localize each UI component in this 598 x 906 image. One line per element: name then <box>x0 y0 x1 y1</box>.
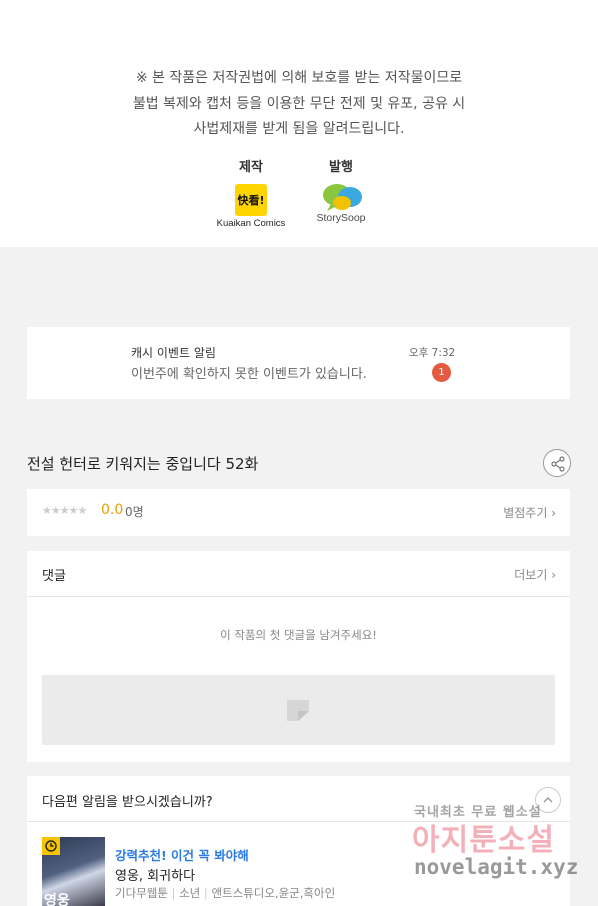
rating-card: ★★★★★ 0.0 0명 별점주기 › <box>27 489 570 536</box>
clock-icon <box>42 837 60 855</box>
recommendation-title[interactable]: 영웅, 회귀하다 <box>115 865 195 884</box>
star-rating: ★★★★★ <box>42 504 87 517</box>
storysoop-logo <box>317 182 365 212</box>
kuaikan-logo: 快看! <box>235 184 267 216</box>
share-icon <box>551 456 565 472</box>
meta-publisher: 기다무웹툰 <box>115 886 168 900</box>
comments-section: 댓글 더보기 › 이 작품의 첫 댓글을 남겨주세요! <box>27 551 570 762</box>
cash-event-notification[interactable]: 캐시 이벤트 알림 이번주에 확인하지 못한 이벤트가 있습니다. 오후 7:3… <box>27 327 570 399</box>
recommendation-tag: 강력추천! 이건 꼭 봐야해 <box>115 848 249 863</box>
publisher-label: 발행 <box>329 160 353 175</box>
credits: 제작 快看! Kuaikan Comics 발행 StorySoop <box>0 158 598 238</box>
comments-title: 댓글 <box>42 569 66 584</box>
producer-name: Kuaikan Comics <box>216 218 286 229</box>
copyright-text: ※ 본 작품은 저작권법에 의해 보호를 받는 저작물이므로 불법 복제와 캡처… <box>0 66 598 143</box>
copyright-line-1: ※ 본 작품은 저작권법에 의해 보호를 받는 저작물이므로 <box>135 70 463 86</box>
share-button[interactable] <box>543 449 571 477</box>
scroll-top-button[interactable] <box>535 787 561 813</box>
recommendation-meta: 기다무웹툰 | 소년 | 앤트스튜디오,윤군,흑아인 <box>115 885 335 901</box>
producer-label: 제작 <box>239 160 263 175</box>
rating-score: 0.0 <box>101 502 124 518</box>
notification-body: 이번주에 확인하지 못한 이벤트가 있습니다. <box>131 367 367 382</box>
rating-count: 0명 <box>125 505 144 519</box>
meta-authors: 앤트스튜디오,윤군,흑아인 <box>211 886 336 900</box>
meta-separator: | <box>171 886 180 900</box>
comments-more-link[interactable]: 더보기 › <box>514 566 556 583</box>
episode-title: 전설 헌터로 키워지는 중입니다 52화 <box>27 455 259 473</box>
notification-badge: 1 <box>432 363 451 382</box>
comment-placeholder-icon <box>287 700 309 721</box>
kuaikan-logo-text: 快看! <box>237 194 265 207</box>
publisher-credit: 발행 StorySoop <box>306 158 376 224</box>
copyright-notice: ※ 본 작품은 저작권법에 의해 보호를 받는 저작물이므로 불법 복제와 캡처… <box>0 0 598 247</box>
publisher-name: StorySoop <box>316 212 366 224</box>
producer-credit: 제작 快看! Kuaikan Comics <box>212 158 290 229</box>
meta-category: 소년 <box>179 886 201 900</box>
copyright-line-3: 사법제재를 받게 됨을 알려드립니다. <box>193 121 405 137</box>
thumbnail-title: 영웅 <box>44 893 70 906</box>
notification-time: 오후 7:32 <box>409 347 456 359</box>
comments-empty-message: 이 작품의 첫 댓글을 남겨주세요! <box>220 628 377 642</box>
next-episode-alert: 다음편 알림을 받으시겠습니까? 영웅 강력추천! 이건 꼭 봐야해 영웅, 회… <box>27 776 570 906</box>
notification-title: 캐시 이벤트 알림 <box>131 346 216 360</box>
comments-header: 댓글 더보기 › <box>27 551 570 597</box>
copyright-line-2: 불법 복제와 캡처 등을 이용한 무단 전제 및 유포, 공유 시 <box>132 95 466 112</box>
rate-button[interactable]: 별점주기 › <box>503 504 556 521</box>
next-alert-title: 다음편 알림을 받으시겠습니까? <box>42 795 213 810</box>
recommendation-thumbnail[interactable]: 영웅 <box>42 837 105 906</box>
next-alert-header: 다음편 알림을 받으시겠습니까? <box>27 776 570 822</box>
chevron-up-icon <box>543 797 553 803</box>
comment-input[interactable] <box>42 675 555 745</box>
